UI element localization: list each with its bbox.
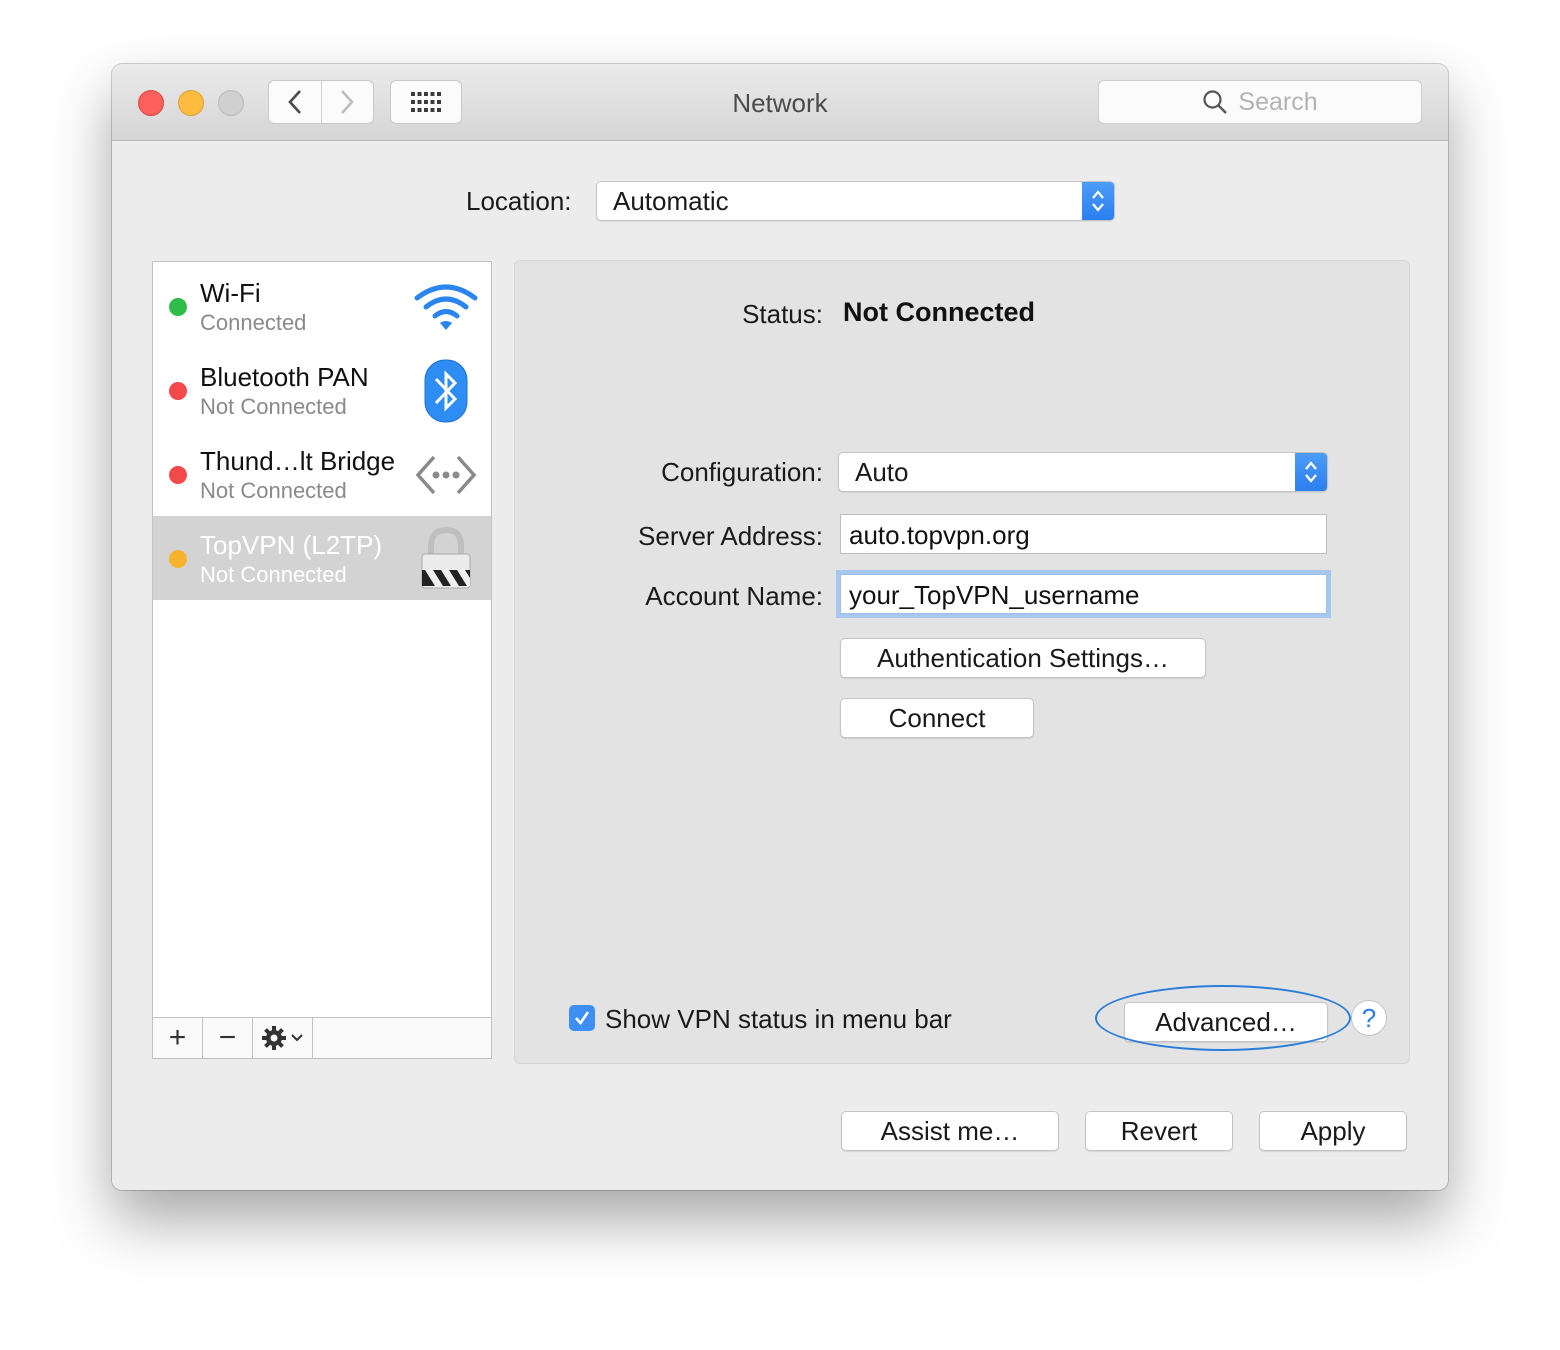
assist-me-button[interactable]: Assist me… (841, 1111, 1059, 1151)
apply-button[interactable]: Apply (1259, 1111, 1407, 1151)
account-name-field[interactable]: your_TopVPN_username (840, 574, 1327, 614)
search-icon (1203, 90, 1228, 114)
status-dot (169, 466, 187, 484)
help-button[interactable]: ? (1351, 1000, 1387, 1036)
server-address-label: Server Address: (638, 521, 823, 551)
status-dot (169, 298, 187, 316)
service-status: Not Connected (200, 478, 347, 503)
status-value: Not Connected (843, 297, 1035, 327)
popup-arrows-icon (1295, 453, 1327, 491)
service-status: Not Connected (200, 562, 347, 587)
account-name-label: Account Name: (645, 581, 823, 611)
service-item-topvpn[interactable]: TopVPN (L2TP) Not Connected (153, 516, 491, 600)
configuration-label: Configuration: (661, 457, 823, 487)
bluetooth-icon (413, 358, 479, 424)
service-actions-button[interactable] (253, 1018, 313, 1058)
show-vpn-status-checkbox[interactable] (569, 1005, 595, 1031)
server-address-field[interactable]: auto.topvpn.org (840, 514, 1327, 554)
status-dot (169, 382, 187, 400)
vpn-settings-panel: Status: Not Connected Configuration: Aut… (514, 260, 1410, 1064)
service-status: Connected (200, 310, 307, 335)
advanced-button[interactable]: Advanced… (1124, 1002, 1328, 1042)
service-name: TopVPN (L2TP) (200, 530, 383, 560)
configuration-value: Auto (855, 456, 909, 487)
vpn-lock-icon (413, 526, 479, 592)
status-dot (169, 550, 187, 568)
revert-button[interactable]: Revert (1085, 1111, 1233, 1151)
service-list-controls: + − (153, 1017, 491, 1058)
service-name: Bluetooth PAN (200, 362, 369, 392)
show-vpn-status-label: Show VPN status in menu bar (605, 1004, 952, 1034)
title-bar: Network Search (112, 64, 1448, 141)
service-item-wifi[interactable]: Wi-Fi Connected (153, 264, 491, 348)
location-value: Automatic (613, 185, 729, 216)
service-name: Thund…lt Bridge (200, 446, 396, 476)
network-preferences-window: Network Search Location: Automatic Wi-Fi… (112, 64, 1448, 1190)
wifi-icon (413, 274, 479, 340)
location-popup[interactable]: Automatic (596, 181, 1115, 221)
service-status: Not Connected (200, 394, 347, 419)
location-label: Location: (466, 186, 572, 216)
status-label: Status: (742, 299, 823, 329)
service-item-bluetooth-pan[interactable]: Bluetooth PAN Not Connected (153, 348, 491, 432)
search-placeholder: Search (1238, 87, 1318, 116)
authentication-settings-button[interactable]: Authentication Settings… (840, 638, 1206, 678)
checkmark-icon (575, 1011, 590, 1026)
connect-button[interactable]: Connect (840, 698, 1034, 738)
remove-service-button[interactable]: − (203, 1018, 253, 1058)
popup-arrows-icon (1082, 182, 1114, 220)
service-item-thunderbolt-bridge[interactable]: Thund…lt Bridge Not Connected (153, 432, 491, 516)
add-service-button[interactable]: + (153, 1018, 203, 1058)
search-field[interactable]: Search (1098, 80, 1422, 124)
service-list: Wi-Fi Connected Bluetooth PAN Not Connec… (152, 261, 492, 1059)
service-name: Wi-Fi (200, 278, 261, 308)
gear-icon (261, 1026, 303, 1050)
configuration-popup[interactable]: Auto (838, 452, 1328, 492)
thunderbolt-bridge-icon (413, 442, 479, 508)
